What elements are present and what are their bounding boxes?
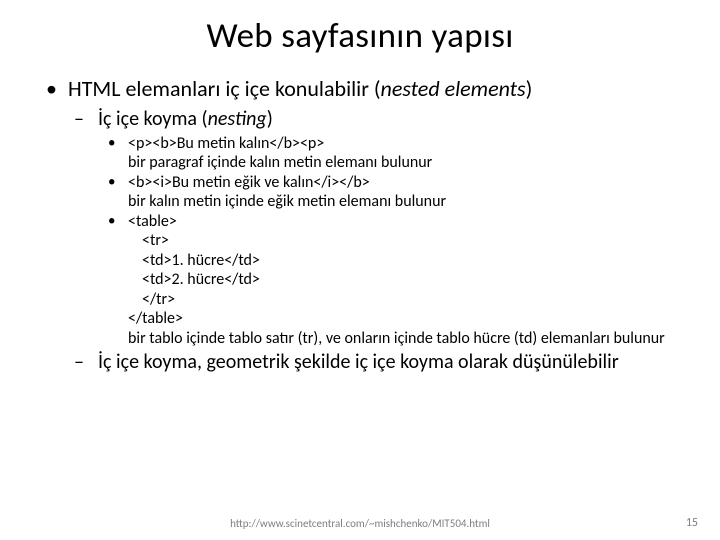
- example-2: <b><i>Bu metin eğik ve kalın</i></b> bir…: [124, 173, 680, 212]
- example-1: <p><b>Bu metin kalın</b><p> bir paragraf…: [124, 134, 680, 173]
- ex3-l3: <td>1. hücre</td>: [128, 251, 680, 271]
- bullet-list-level3: <p><b>Bu metin kalın</b><p> bir paragraf…: [98, 134, 680, 349]
- ex3-l4: <td>2. hücre</td>: [128, 270, 680, 290]
- sub1-italic: nesting: [208, 107, 267, 131]
- ex3-l2: <tr>: [128, 231, 680, 251]
- sub1-post: ): [267, 107, 273, 131]
- bullet-main-post: ): [526, 75, 533, 102]
- example-3: <table> <tr> <td>1. hücre</td> <td>2. hü…: [124, 212, 680, 349]
- bullet-main-pre: HTML elemanları iç içe konulabilir (: [68, 75, 381, 102]
- sub1-pre: İç içe koyma (: [98, 107, 208, 131]
- sub-nesting: İç içe koyma (nesting) <p><b>Bu metin ka…: [92, 107, 680, 349]
- ex3-l5: </tr>: [128, 290, 680, 310]
- page-number: 15: [686, 516, 698, 530]
- bullet-main-italic: nested elements: [381, 75, 526, 102]
- ex3-l1: <table>: [128, 212, 680, 232]
- ex1-desc: bir paragraf içinde kalın metin elemanı …: [128, 153, 680, 173]
- bullet-list-level1: HTML elemanları iç içe konulabilir (nest…: [40, 75, 680, 375]
- slide-title: Web sayfasının yapısı: [40, 15, 680, 57]
- bullet-list-level2: İç içe koyma (nesting) <p><b>Bu metin ka…: [68, 107, 680, 376]
- ex2-desc: bir kalın metin içinde eğik metin eleman…: [128, 192, 680, 212]
- ex3-desc: bir tablo içinde tablo satır (tr), ve on…: [128, 329, 680, 349]
- bullet-main: HTML elemanları iç içe konulabilir (nest…: [62, 75, 680, 375]
- sub-geometric: İç içe koyma, geometrik şekilde iç içe k…: [92, 350, 680, 375]
- ex2-code: <b><i>Bu metin eğik ve kalın</i></b>: [128, 173, 680, 193]
- footer-url: http://www.scinetcentral.com/~mishchenko…: [0, 517, 720, 530]
- ex3-l6: </table>: [128, 309, 680, 329]
- ex1-code: <p><b>Bu metin kalın</b><p>: [128, 134, 680, 154]
